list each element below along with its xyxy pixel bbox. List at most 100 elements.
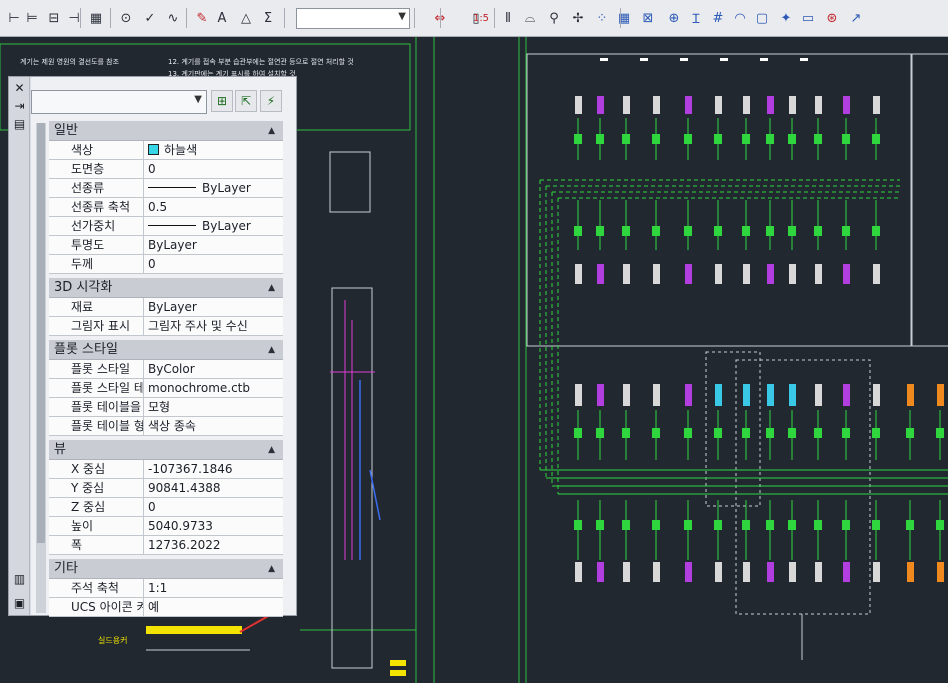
hash-icon[interactable]: #: [708, 7, 728, 29]
arrow-icon[interactable]: ↗: [846, 7, 866, 29]
property-row[interactable]: 선종류 ByLayer: [49, 179, 283, 198]
property-row[interactable]: 플롯 테이블을 ... 모형: [49, 398, 283, 417]
text-frame-icon[interactable]: ⊟: [44, 7, 64, 29]
section-header[interactable]: 기타 ▲: [49, 559, 283, 579]
property-row[interactable]: Y 중심 90841.4388: [49, 479, 283, 498]
property-value[interactable]: ByLayer: [145, 236, 283, 254]
chevron-down-icon[interactable]: ▼: [194, 94, 202, 105]
square-icon[interactable]: ▢: [752, 7, 772, 29]
collapse-icon[interactable]: ▲: [268, 340, 275, 360]
circle-icon[interactable]: ⊙: [116, 7, 136, 29]
text-icon[interactable]: A: [212, 7, 232, 29]
property-value[interactable]: ByLayer: [145, 217, 283, 235]
cylinder-icon[interactable]: ⌓: [520, 7, 540, 29]
snap-icon[interactable]: ✢: [568, 7, 588, 29]
target-icon[interactable]: ⊛: [822, 7, 842, 29]
property-value[interactable]: ByLayer: [145, 298, 283, 316]
section-header[interactable]: 3D 시각화 ▲: [49, 278, 283, 298]
align-right-icon[interactable]: ⊣: [64, 7, 84, 29]
section-header[interactable]: 일반 ▲: [49, 121, 283, 141]
property-row[interactable]: X 중심 -107367.1846: [49, 460, 283, 479]
properties-palette[interactable]: ✕ ⇥ ▤ ▥ ▣ ▼ ⊞ ⇱ ⚡ 일반 ▲ 색상 하늘색 도면층 0 선종류 ByLayer…: [8, 76, 297, 617]
property-row[interactable]: 재료 ByLayer: [49, 298, 283, 317]
pin-icon[interactable]: ⇥: [12, 98, 27, 113]
chevron-down-icon[interactable]: ▼: [398, 11, 406, 22]
collapse-icon[interactable]: ▲: [268, 440, 275, 460]
property-grid: 일반 ▲ 색상 하늘색 도면층 0 선종류 ByLayer 선종류 축척 0.5 선가중치 ByLay…: [49, 121, 283, 621]
property-row[interactable]: 두께 0: [49, 255, 283, 274]
property-row[interactable]: 선종류 축척 0.5: [49, 198, 283, 217]
check-icon[interactable]: ✓: [140, 7, 160, 29]
quick-select-icon[interactable]: ⚡: [260, 90, 282, 112]
property-row[interactable]: 폭 12736.2022: [49, 536, 283, 555]
property-row[interactable]: 투명도 ByLayer: [49, 236, 283, 255]
scale-ratio[interactable]: 1:5: [470, 7, 492, 29]
grid-icon[interactable]: ▦: [614, 7, 634, 29]
terminal-label: [873, 562, 880, 582]
property-value[interactable]: ByColor: [145, 360, 283, 378]
palette-titlebar[interactable]: ✕ ⇥ ▤ ▥ ▣: [9, 77, 30, 615]
triangle-icon[interactable]: △: [236, 7, 256, 29]
property-row[interactable]: 높이 5040.9733: [49, 517, 283, 536]
property-row[interactable]: 그림자 표시 그림자 주사 및 수신: [49, 317, 283, 336]
property-value[interactable]: -107367.1846: [145, 460, 283, 478]
property-value[interactable]: 1:1: [145, 579, 283, 597]
property-row[interactable]: 플롯 테이블 형... 색상 종속: [49, 417, 283, 436]
property-row[interactable]: 주석 축척 1:1: [49, 579, 283, 598]
property-value[interactable]: 색상 종속: [145, 417, 283, 435]
point-icon[interactable]: ⁘: [592, 7, 612, 29]
align-left-icon[interactable]: ⊢: [4, 7, 24, 29]
section-header[interactable]: 뷰 ▲: [49, 440, 283, 460]
properties-icon[interactable]: ▤: [12, 116, 27, 131]
rect-icon[interactable]: ▭: [798, 7, 818, 29]
table-icon[interactable]: ▦: [86, 7, 106, 29]
property-row[interactable]: 색상 하늘색: [49, 141, 283, 160]
star-icon[interactable]: ✦: [776, 7, 796, 29]
property-value[interactable]: 하늘색: [145, 141, 283, 159]
quick-props-icon[interactable]: ▥: [12, 571, 27, 586]
arc-icon[interactable]: ◠: [730, 7, 750, 29]
property-row[interactable]: 선가중치 ByLayer: [49, 217, 283, 236]
equation-icon[interactable]: Σ: [258, 7, 278, 29]
property-row[interactable]: 플롯 스타일 테... monochrome.ctb: [49, 379, 283, 398]
layer-combo[interactable]: ▼: [296, 8, 410, 29]
terminal-label: [575, 264, 582, 284]
property-value[interactable]: 0: [145, 498, 283, 516]
property-value[interactable]: 5040.9733: [145, 517, 283, 535]
property-value[interactable]: 0: [145, 160, 283, 178]
menu-icon[interactable]: ▣: [12, 595, 27, 610]
property-value[interactable]: 12736.2022: [145, 536, 283, 554]
property-row[interactable]: UCS 아이콘 켜기 예: [49, 598, 283, 617]
scroll-thumb[interactable]: [37, 123, 45, 543]
property-row[interactable]: Z 중심 0: [49, 498, 283, 517]
property-value[interactable]: 모형: [145, 398, 283, 416]
property-value[interactable]: ByLayer: [145, 179, 283, 197]
bars-icon[interactable]: ⦀: [498, 7, 518, 29]
crosshair-icon[interactable]: ⊕: [664, 7, 684, 29]
property-row[interactable]: 플롯 스타일 ByColor: [49, 360, 283, 379]
align-center-icon[interactable]: ⊨: [22, 7, 42, 29]
section-header[interactable]: 플롯 스타일 ▲: [49, 340, 283, 360]
close-icon[interactable]: ✕: [12, 80, 27, 95]
object-selector[interactable]: ▼: [31, 90, 207, 114]
box-icon[interactable]: ⊠: [638, 7, 658, 29]
property-value[interactable]: 0: [145, 255, 283, 273]
property-value[interactable]: 0.5: [145, 198, 283, 216]
wave-icon[interactable]: ∿: [163, 7, 183, 29]
palette-scrollbar[interactable]: [36, 123, 46, 613]
terminal-label: [623, 96, 630, 114]
text-cursor-icon[interactable]: Ɪ: [686, 7, 706, 29]
property-value[interactable]: 그림자 주사 및 수신: [145, 317, 283, 335]
property-row[interactable]: 도면층 0: [49, 160, 283, 179]
property-value[interactable]: monochrome.ctb: [145, 379, 283, 397]
collapse-icon[interactable]: ▲: [268, 559, 275, 579]
collapse-icon[interactable]: ▲: [268, 121, 275, 141]
property-value[interactable]: 예: [145, 598, 283, 616]
pickadd-icon[interactable]: ⊞: [211, 90, 233, 112]
property-value[interactable]: 90841.4388: [145, 479, 283, 497]
edit-icon[interactable]: ✎: [192, 7, 212, 29]
collapse-icon[interactable]: ▲: [268, 278, 275, 298]
node-icon[interactable]: ⚲: [544, 7, 564, 29]
select-objects-icon[interactable]: ⇱: [235, 90, 257, 112]
terminal-label: [597, 562, 604, 582]
